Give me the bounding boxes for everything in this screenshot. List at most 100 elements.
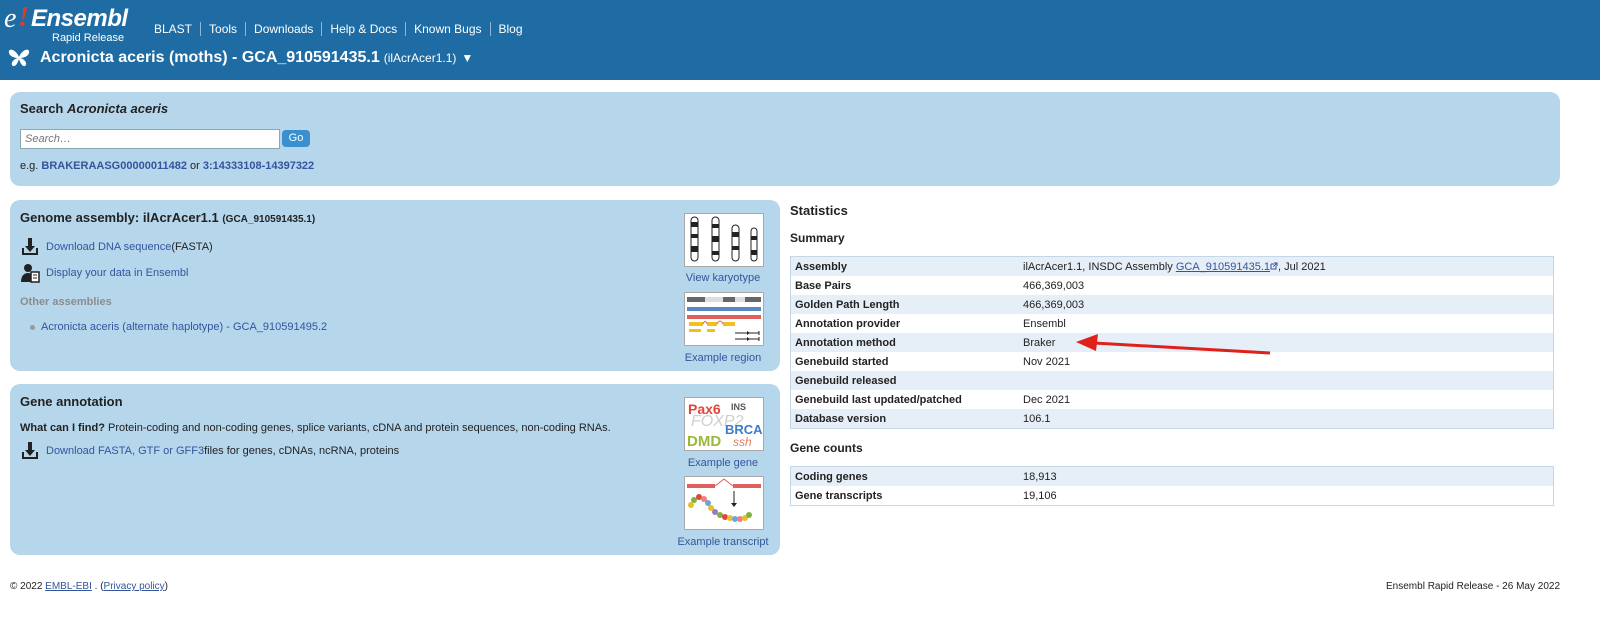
download-icon	[22, 238, 38, 255]
search-title-prefix: Search	[20, 101, 67, 116]
species-bar: Acronicta aceris (moths) - GCA_910591435…	[8, 48, 473, 68]
stat-key: Gene transcripts	[795, 489, 883, 502]
example-prefix: e.g.	[20, 160, 42, 172]
insdc-assembly-link[interactable]: GCA_910591435.1	[1176, 261, 1270, 273]
karyotype-thumbnail[interactable]	[684, 213, 764, 267]
search-title-species: Acronicta aceris	[66, 101, 169, 116]
stat-value: ilAcrAcer1.1, INSDC Assembly GCA_9105914…	[1019, 257, 1554, 277]
display-data-link[interactable]: Display your data in Ensembl	[46, 267, 188, 279]
copyright-text: © 2022	[10, 581, 46, 592]
view-karyotype-link[interactable]: View karyotype	[668, 272, 778, 284]
gene-thumbnail[interactable]: Pax6 INS FOXP2 BRCA2 DMD ssh	[684, 397, 764, 451]
search-panel: Search Acronicta aceris Go e.g. BRAKERAA…	[10, 92, 1560, 186]
nav-tools[interactable]: Tools	[201, 22, 247, 36]
embl-ebi-link[interactable]: EMBL-EBI	[45, 581, 92, 592]
gene-names-icon: Pax6 INS FOXP2 BRCA2 DMD ssh	[687, 401, 763, 450]
gene-word-dmd: DMD	[687, 433, 721, 450]
assembly-title: Genome assembly: ilAcrAcer1.1 (GCA_91059…	[20, 210, 315, 225]
search-input[interactable]	[20, 129, 280, 149]
nav-downloads[interactable]: Downloads	[246, 22, 323, 36]
stat-value	[1019, 371, 1554, 390]
example-or: or	[186, 160, 203, 172]
table-row: Annotation provider Ensembl	[790, 314, 1554, 333]
table-row: Assembly ilAcrAcer1.1, INSDC Assembly GCA…	[790, 256, 1554, 277]
example-transcript-link[interactable]: Example transcript	[668, 536, 778, 548]
assembly-accession: (GCA_910591435.1)	[222, 214, 316, 225]
example-region-link[interactable]: 3:14333108-14397322	[203, 160, 314, 172]
assembly-date: , Jul 2021	[1278, 260, 1326, 273]
other-assembly-item: Acronicta aceris (alternate haplotype) -…	[30, 321, 327, 333]
external-link-icon	[1270, 262, 1278, 269]
example-gene-link[interactable]: Example gene	[668, 457, 778, 469]
table-row: Golden Path Length 466,369,003	[790, 295, 1554, 314]
transcript-icon	[687, 478, 761, 522]
what-can-i-find-text: Protein-coding and non-coding genes, spl…	[104, 422, 611, 434]
stat-value: 466,369,003	[1023, 298, 1085, 311]
gene-counts-table: Coding genes 18,913 Gene transcripts 19,10…	[790, 466, 1554, 506]
nav-blast[interactable]: BLAST	[150, 22, 202, 36]
gene-counts-title: Gene counts	[790, 441, 863, 455]
footer-end: )	[164, 581, 169, 592]
stat-key: Base Pairs	[795, 279, 852, 292]
table-row: Base Pairs 466,369,003	[790, 276, 1554, 295]
stat-value: Ensembl	[1023, 317, 1066, 330]
statistics-title: Statistics	[790, 203, 848, 218]
search-title: Search Acronicta aceris	[20, 101, 168, 116]
top-nav: BLAST Tools Downloads Help & Docs Known …	[150, 22, 531, 36]
gene-word-ssh: ssh	[733, 435, 752, 449]
nav-known-bugs[interactable]: Known Bugs	[406, 22, 491, 36]
other-assembly-link[interactable]: Acronicta aceris (alternate haplotype) -…	[41, 321, 327, 333]
download-genes-suffix: files for genes, cDNAs, ncRNA, proteins	[204, 445, 400, 457]
stat-value: Dec 2021	[1023, 393, 1071, 406]
display-data-row: Display your data in Ensembl	[20, 263, 188, 283]
download-dna-link[interactable]: Download DNA sequence	[46, 241, 171, 253]
nav-help-docs[interactable]: Help & Docs	[322, 22, 407, 36]
logo-bang: !	[18, 2, 29, 33]
assembly-value: ilAcrAcer1.1, INSDC Assembly	[1023, 260, 1176, 273]
stat-key: Golden Path Length	[795, 298, 900, 311]
species-assembly: (ilAcrAcer1.1)	[383, 51, 457, 65]
stat-key: Annotation method	[795, 336, 896, 349]
download-genes-link[interactable]: Download FASTA, GTF or GFF3	[46, 445, 204, 457]
logo-subtitle: Rapid Release	[52, 32, 125, 44]
species-title: Acronicta aceris (moths) - GCA_910591435…	[40, 49, 380, 66]
footer-mid: . (	[91, 581, 104, 592]
region-thumbnail[interactable]	[684, 292, 764, 346]
go-button[interactable]: Go	[282, 130, 310, 147]
other-assemblies-heading: Other assemblies	[20, 296, 112, 308]
stat-key: Genebuild started	[795, 355, 889, 368]
privacy-policy-link[interactable]: Privacy policy	[104, 581, 165, 592]
download-genes-row: Download FASTA, GTF or GFF3 files for ge…	[20, 441, 399, 461]
example-region-thumb-link[interactable]: Example region	[668, 352, 778, 364]
stat-value: 466,369,003	[1023, 279, 1085, 292]
ensembl-logo[interactable]: e ! Ensembl Rapid Release	[4, 2, 134, 44]
assembly-title-text: Genome assembly: ilAcrAcer1.1	[20, 210, 219, 225]
header-bar: e ! Ensembl Rapid Release BLAST Tools Do…	[0, 0, 1600, 80]
what-can-i-find: What can I find? Protein-coding and non-…	[20, 422, 611, 434]
gene-annotation-title: Gene annotation	[20, 394, 123, 409]
stat-key: Genebuild released	[795, 374, 897, 387]
example-gene-link[interactable]: BRAKERAASG00000011482	[41, 160, 187, 172]
what-can-i-find-label: What can I find?	[20, 422, 105, 434]
stat-key: Annotation provider	[795, 317, 901, 330]
nav-blog[interactable]: Blog	[491, 22, 531, 36]
bullet-icon	[30, 324, 35, 330]
table-row: Database version 106.1	[790, 409, 1554, 429]
table-row: Genebuild last updated/patched Dec 2021	[790, 390, 1554, 409]
stat-key: Coding genes	[795, 470, 868, 483]
transcript-thumbnail[interactable]	[684, 476, 764, 530]
download-dna-row: Download DNA sequence (FASTA)	[20, 237, 213, 257]
region-icon	[687, 297, 761, 341]
stat-value: 18,913	[1023, 470, 1057, 483]
search-examples: e.g. BRAKERAASG00000011482 or 3:14333108…	[20, 160, 314, 172]
table-row: Genebuild released	[790, 371, 1554, 390]
user-data-icon	[21, 264, 40, 283]
gene-annotation-panel: Gene annotation What can I find? Protein…	[10, 384, 780, 555]
stat-key: Genebuild last updated/patched	[795, 393, 962, 406]
table-row: Gene transcripts 19,106	[790, 486, 1554, 506]
table-row: Coding genes 18,913	[790, 466, 1554, 486]
assembly-dropdown-toggle[interactable]: ▼	[461, 51, 473, 65]
footer-release: Ensembl Rapid Release - 26 May 2022	[1386, 581, 1560, 592]
stat-value: 106.1	[1023, 412, 1051, 425]
assembly-panel: Genome assembly: ilAcrAcer1.1 (GCA_91059…	[10, 200, 780, 371]
